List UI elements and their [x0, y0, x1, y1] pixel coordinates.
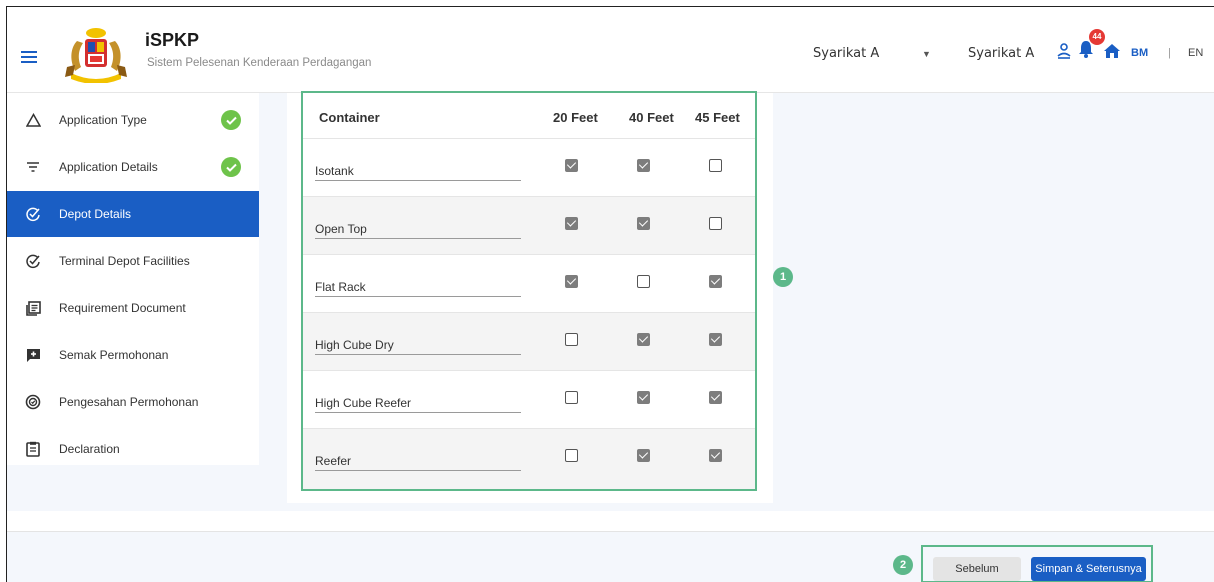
- checkbox-20-feet[interactable]: [565, 333, 578, 346]
- checkbox-20-feet[interactable]: [565, 449, 578, 462]
- checkbox-45-feet[interactable]: [709, 159, 722, 172]
- checkbox-45-feet[interactable]: [709, 217, 722, 230]
- sidebar-item-terminal-depot-facilities[interactable]: Terminal Depot Facilities: [7, 238, 259, 284]
- sidebar-item-label: Depot Details: [59, 207, 132, 221]
- completed-check-icon: [221, 110, 241, 130]
- column-header-20-feet: 20 Feet: [553, 110, 598, 125]
- verified-icon: [25, 394, 41, 410]
- checkbox-45-feet[interactable]: [709, 391, 722, 404]
- table-row: Reefer: [303, 429, 755, 489]
- company-name: Syarikat A: [968, 46, 1035, 61]
- sidebar-item-pengesahan-permohonan[interactable]: Pengesahan Permohonan: [7, 379, 259, 425]
- container-name-field[interactable]: High Cube Dry: [315, 333, 521, 355]
- user-icon[interactable]: [1057, 43, 1071, 59]
- chevron-down-icon[interactable]: ▼: [922, 49, 931, 59]
- container-name-field[interactable]: High Cube Reefer: [315, 391, 521, 413]
- step-sidebar: Application Type Application Details Dep…: [7, 93, 259, 465]
- container-name-field[interactable]: Reefer: [315, 449, 521, 471]
- table-row: High Cube Dry: [303, 313, 755, 371]
- sidebar-item-requirement-document[interactable]: Requirement Document: [7, 285, 259, 331]
- checkbox-20-feet[interactable]: [565, 217, 578, 230]
- filter-icon: [25, 159, 41, 175]
- checkbox-40-feet[interactable]: [637, 333, 650, 346]
- checkbox-20-feet[interactable]: [565, 391, 578, 404]
- company-selector[interactable]: Syarikat A: [813, 46, 879, 61]
- comment-plus-icon: [25, 347, 41, 363]
- menu-icon[interactable]: [21, 51, 37, 63]
- sidebar-item-application-details[interactable]: Application Details: [7, 144, 259, 190]
- annotation-marker-1: 1: [773, 267, 793, 287]
- triangle-icon: [25, 112, 41, 128]
- app-title: iSPKP: [145, 30, 200, 50]
- sidebar-item-depot-details[interactable]: Depot Details: [7, 191, 259, 237]
- checkbox-40-feet[interactable]: [637, 449, 650, 462]
- coat-of-arms-logo: [65, 28, 127, 83]
- lang-divider: |: [1168, 47, 1171, 59]
- container-table: Container 20 Feet 40 Feet 45 Feet Isotan…: [301, 91, 757, 491]
- sidebar-item-label: Pengesahan Permohonan: [59, 395, 199, 409]
- top-header: iSPKP Sistem Pelesenan Kenderaan Perdaga…: [7, 7, 1214, 93]
- annotation-marker-2: 2: [893, 555, 913, 575]
- clipboard-icon: [25, 441, 41, 457]
- sidebar-item-label: Application Type: [59, 113, 147, 127]
- table-row: Open Top: [303, 197, 755, 255]
- app-subtitle: Sistem Pelesenan Kenderaan Perdagangan: [147, 57, 372, 69]
- column-header-40-feet: 40 Feet: [629, 110, 674, 125]
- sidebar-item-label: Semak Permohonan: [59, 348, 169, 362]
- document-icon: [25, 300, 41, 316]
- home-icon[interactable]: [1103, 43, 1121, 59]
- table-header: Container 20 Feet 40 Feet 45 Feet: [303, 93, 755, 139]
- table-row: High Cube Reefer: [303, 371, 755, 429]
- column-header-container: Container: [319, 110, 380, 125]
- sidebar-item-label: Terminal Depot Facilities: [59, 254, 190, 268]
- checkbox-45-feet[interactable]: [709, 333, 722, 346]
- checkbox-20-feet[interactable]: [565, 275, 578, 288]
- container-name-field[interactable]: Isotank: [315, 159, 521, 181]
- save-and-next-button[interactable]: Simpan & Seterusnya: [1031, 557, 1146, 581]
- lang-bm-link[interactable]: BM: [1131, 47, 1148, 59]
- table-row: Isotank: [303, 139, 755, 197]
- checkbox-40-feet[interactable]: [637, 159, 650, 172]
- container-name-field[interactable]: Open Top: [315, 217, 521, 239]
- sidebar-item-label: Declaration: [59, 442, 120, 456]
- sidebar-item-application-type[interactable]: Application Type: [7, 97, 259, 143]
- lang-en-link[interactable]: EN: [1188, 47, 1203, 59]
- container-name-field[interactable]: Flat Rack: [315, 275, 521, 297]
- sidebar-item-declaration[interactable]: Declaration: [7, 426, 259, 472]
- checkbox-40-feet[interactable]: [637, 391, 650, 404]
- completed-check-icon: [221, 157, 241, 177]
- sidebar-item-semak-permohonan[interactable]: Semak Permohonan: [7, 332, 259, 378]
- table-row: Flat Rack: [303, 255, 755, 313]
- sidebar-item-label: Application Details: [59, 160, 158, 174]
- checkbox-45-feet[interactable]: [709, 449, 722, 462]
- check-circle-icon: [25, 206, 41, 222]
- check-circle-icon: [25, 253, 41, 269]
- app-window: iSPKP Sistem Pelesenan Kenderaan Perdaga…: [6, 6, 1214, 582]
- checkbox-40-feet[interactable]: [637, 217, 650, 230]
- checkbox-45-feet[interactable]: [709, 275, 722, 288]
- column-header-45-feet: 45 Feet: [695, 110, 740, 125]
- checkbox-20-feet[interactable]: [565, 159, 578, 172]
- previous-button[interactable]: Sebelum: [933, 557, 1021, 581]
- sidebar-item-label: Requirement Document: [59, 301, 186, 315]
- checkbox-40-feet[interactable]: [637, 275, 650, 288]
